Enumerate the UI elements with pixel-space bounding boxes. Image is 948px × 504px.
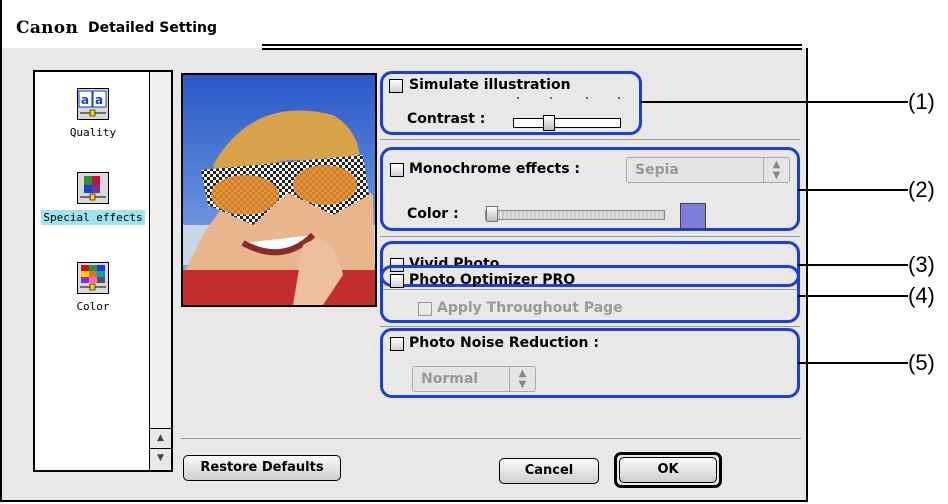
apply-throughout-page-label: Apply Throughout Page: [437, 300, 623, 316]
scroll-down-arrow-icon[interactable]: ▼: [150, 448, 171, 468]
quality-icon: a a: [77, 88, 109, 120]
simulate-illustration-label: Simulate illustration: [409, 77, 571, 93]
photo-optimizer-label: Photo Optimizer PRO: [409, 272, 576, 288]
noise-level-value: Normal: [421, 371, 479, 387]
monochrome-tone-value: Sepia: [635, 162, 679, 178]
sidebar-item-label: Color: [76, 300, 110, 313]
divider: [380, 326, 800, 327]
restore-defaults-button[interactable]: Restore Defaults: [183, 455, 341, 481]
svg-text:a: a: [95, 93, 103, 107]
photo-optimizer-checkbox[interactable]: [390, 274, 404, 288]
monochrome-tone-select[interactable]: Sepia ▲ ▼: [626, 157, 790, 183]
divider: [380, 236, 800, 237]
category-sidebar: a a Quality Special effects Color ▲ ▼: [33, 70, 173, 472]
ok-button[interactable]: OK: [619, 457, 717, 483]
contrast-slider[interactable]: [513, 118, 621, 128]
bottom-divider: [181, 438, 801, 439]
color-icon: [77, 262, 109, 294]
monochrome-color-slider-thumb[interactable]: [486, 206, 498, 222]
sidebar-item-special-effects[interactable]: Special effects: [35, 172, 151, 225]
sidebar-item-quality[interactable]: a a Quality: [35, 88, 151, 139]
noise-level-select[interactable]: Normal ▲ ▼: [412, 366, 536, 392]
monochrome-color-swatch: [680, 203, 706, 229]
contrast-tick: [517, 97, 519, 99]
title-bar-stripes: [262, 44, 802, 50]
callout-label-3: (3): [908, 252, 935, 277]
callout-label-4: (4): [908, 283, 935, 308]
svg-text:a: a: [81, 93, 89, 107]
divider: [380, 139, 800, 140]
special-effects-icon: [77, 172, 109, 204]
select-arrows-icon: ▲ ▼: [509, 367, 535, 391]
monochrome-effects-checkbox[interactable]: [390, 163, 404, 177]
apply-throughout-page-checkbox[interactable]: [418, 302, 432, 316]
photo-noise-reduction-label: Photo Noise Reduction :: [409, 335, 599, 351]
preview-photo: [181, 73, 377, 307]
cancel-button[interactable]: Cancel: [499, 458, 599, 484]
contrast-label: Contrast :: [407, 111, 486, 127]
callout-line-5: [798, 362, 908, 364]
callout-line-3: [798, 264, 908, 266]
title-bar[interactable]: Canon Detailed Setting: [2, 0, 808, 50]
callout-line-4: [798, 295, 908, 297]
callout-line-2: [798, 189, 908, 191]
color-label: Color :: [407, 206, 459, 222]
monochrome-effects-label: Monochrome effects :: [409, 161, 581, 177]
callout-line-1: [640, 101, 908, 103]
simulate-illustration-checkbox[interactable]: [389, 79, 403, 93]
canon-logo: Canon: [16, 18, 79, 38]
callout-label-5: (5): [908, 350, 935, 375]
contrast-tick: [586, 97, 588, 99]
detailed-setting-dialog: Canon Detailed Setting a a Quality Speci…: [0, 0, 808, 502]
contrast-slider-thumb[interactable]: [543, 115, 555, 131]
sidebar-scrollbar[interactable]: ▲ ▼: [149, 72, 171, 470]
contrast-tick: [550, 97, 552, 99]
scroll-up-arrow-icon[interactable]: ▲: [150, 428, 171, 448]
select-arrows-icon: ▲ ▼: [763, 158, 789, 182]
sidebar-item-label: Special effects: [41, 210, 145, 225]
window-title: Detailed Setting: [88, 20, 217, 36]
photo-noise-reduction-checkbox[interactable]: [390, 337, 404, 351]
callout-label-2: (2): [908, 177, 935, 202]
monochrome-color-slider[interactable]: [485, 210, 665, 220]
sidebar-item-label: Quality: [69, 126, 117, 139]
callout-label-1: (1): [908, 89, 935, 114]
sidebar-item-color[interactable]: Color: [35, 262, 151, 313]
contrast-tick: [618, 97, 620, 99]
